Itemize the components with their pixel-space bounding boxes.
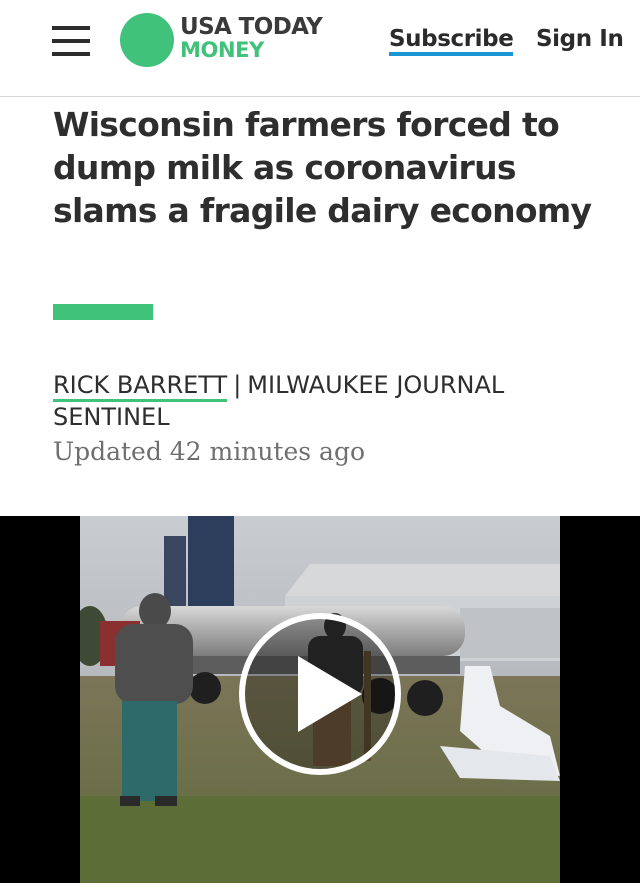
brand-name: USA TODAY	[180, 14, 323, 40]
article-byline: RICK BARRETT | MILWAUKEE JOURNAL SENTINEL	[53, 369, 613, 433]
updated-timestamp: Updated 42 minutes ago	[53, 437, 366, 466]
play-icon[interactable]	[238, 612, 402, 776]
headline-accent-bar	[53, 304, 153, 320]
article-headline: Wisconsin farmers forced to dump milk as…	[53, 105, 592, 230]
byline-separator: |	[233, 371, 242, 399]
brand-section: MONEY	[180, 38, 264, 62]
usa-today-logo-dot[interactable]	[120, 13, 174, 67]
site-header: USA TODAY MONEY Subscribe Sign In	[0, 0, 640, 97]
site-logo[interactable]: USA TODAY MONEY	[180, 14, 323, 62]
hamburger-menu-icon[interactable]	[52, 26, 90, 56]
subscribe-link[interactable]: Subscribe	[389, 26, 514, 56]
sign-in-link[interactable]: Sign In	[536, 26, 624, 52]
author-link[interactable]: RICK BARRETT	[53, 371, 228, 402]
